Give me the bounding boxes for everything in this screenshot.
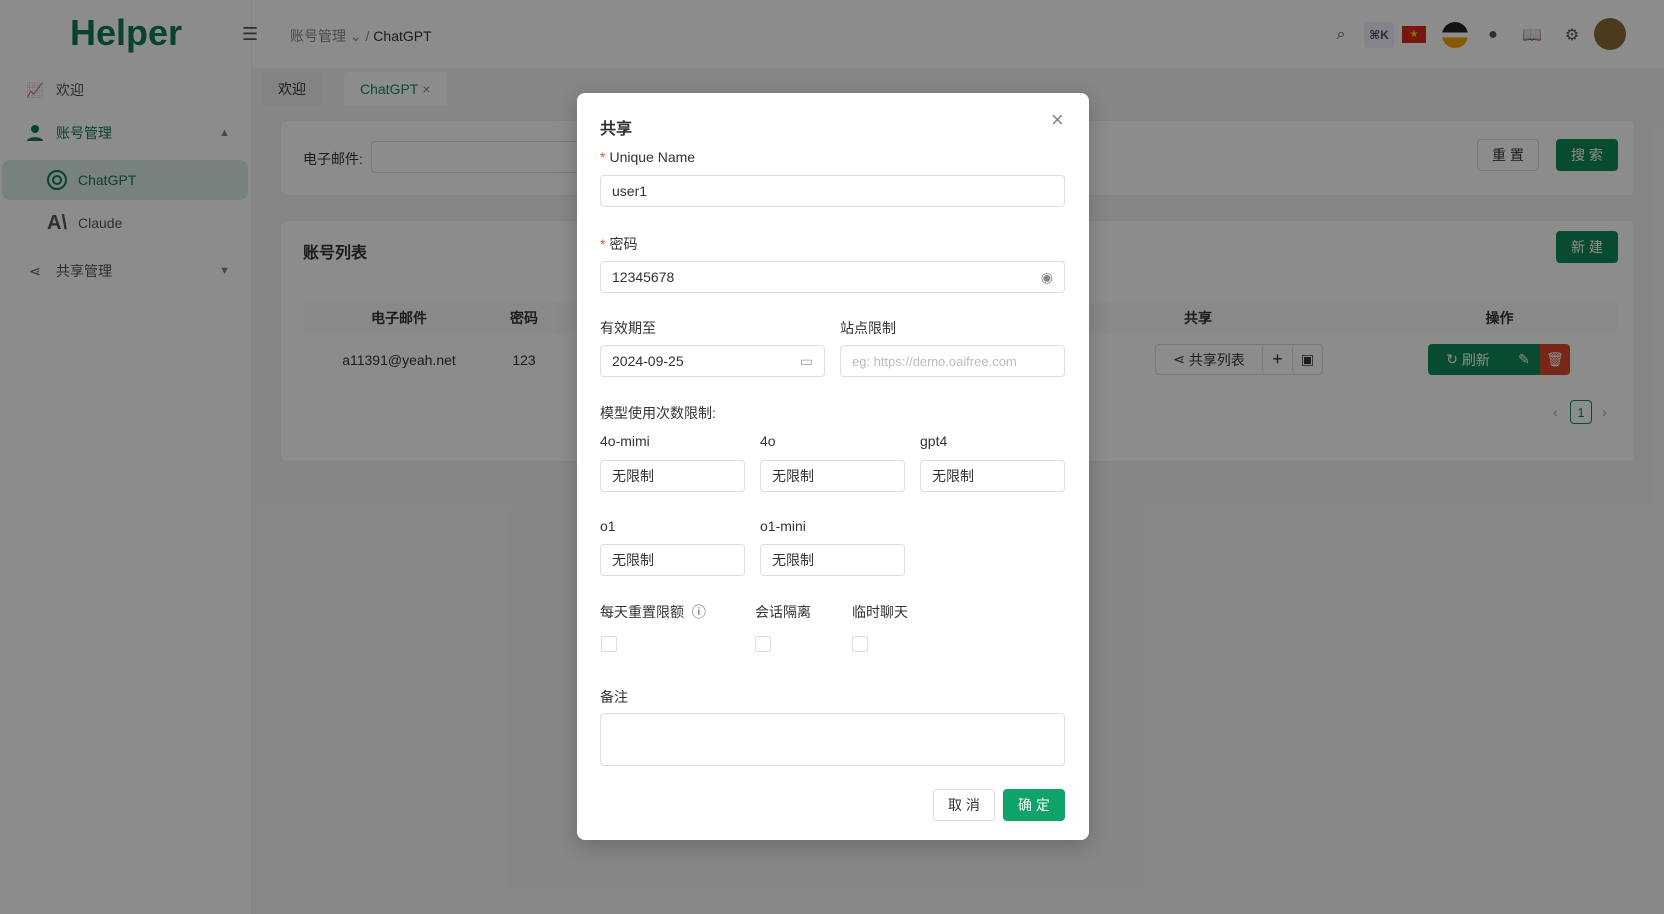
model-label: o1 — [600, 518, 616, 534]
site-limit-label: 站点限制 — [840, 320, 896, 336]
daily-reset-label: 每天重置限额 ⓘ — [600, 602, 706, 622]
password-input[interactable]: 12345678 ◉ — [600, 261, 1065, 293]
label: 每天重置限额 — [600, 604, 684, 620]
daily-reset-checkbox[interactable] — [601, 636, 617, 652]
model-limit-input-4o[interactable]: 无限制 — [760, 460, 905, 492]
info-icon[interactable]: ⓘ — [692, 604, 706, 620]
session-isolation-checkbox[interactable] — [755, 636, 771, 652]
close-icon[interactable]: × — [1051, 107, 1064, 133]
site-limit-input[interactable]: eg: https://demo.oaifree.com — [840, 345, 1065, 377]
label: 密码 — [609, 236, 638, 252]
value: 2024-09-25 — [612, 353, 684, 369]
temporary-chat-label: 临时聊天 — [852, 604, 908, 620]
confirm-button[interactable]: 确 定 — [1003, 789, 1065, 821]
model-label: gpt4 — [920, 433, 948, 449]
model-label: 4o — [760, 433, 776, 449]
expiry-date-picker[interactable]: 2024-09-25 ▭ — [600, 345, 825, 377]
modal-title: 共享 — [600, 121, 633, 138]
model-limit-input-4o-mimi[interactable]: 无限制 — [600, 460, 745, 492]
cancel-button[interactable]: 取 消 — [933, 789, 995, 821]
unique-name-label: * Unique Name — [600, 149, 696, 165]
eye-icon[interactable]: ◉ — [1041, 269, 1053, 286]
session-isolation-label: 会话隔离 — [755, 604, 811, 620]
share-modal: 共享 × * Unique Name user1 * 密码 12345678 ◉ 有效… — [577, 93, 1089, 840]
expiry-label: 有效期至 — [600, 320, 656, 336]
password-label: * 密码 — [600, 236, 638, 252]
note-textarea[interactable] — [600, 713, 1065, 766]
value: 12345678 — [612, 269, 675, 285]
unique-name-input[interactable]: user1 — [600, 175, 1065, 207]
temporary-chat-checkbox[interactable] — [852, 636, 868, 652]
label: Unique Name — [609, 149, 696, 165]
model-limit-input-o1-mini[interactable]: 无限制 — [760, 544, 905, 576]
model-limit-input-gpt4[interactable]: 无限制 — [920, 460, 1065, 492]
model-limit-label: 模型使用次数限制: — [600, 405, 716, 421]
model-limit-input-o1[interactable]: 无限制 — [600, 544, 745, 576]
note-label: 备注 — [600, 689, 628, 705]
model-label: o1-mini — [760, 518, 806, 534]
calendar-icon: ▭ — [799, 352, 813, 369]
model-label: 4o-mimi — [600, 433, 650, 449]
